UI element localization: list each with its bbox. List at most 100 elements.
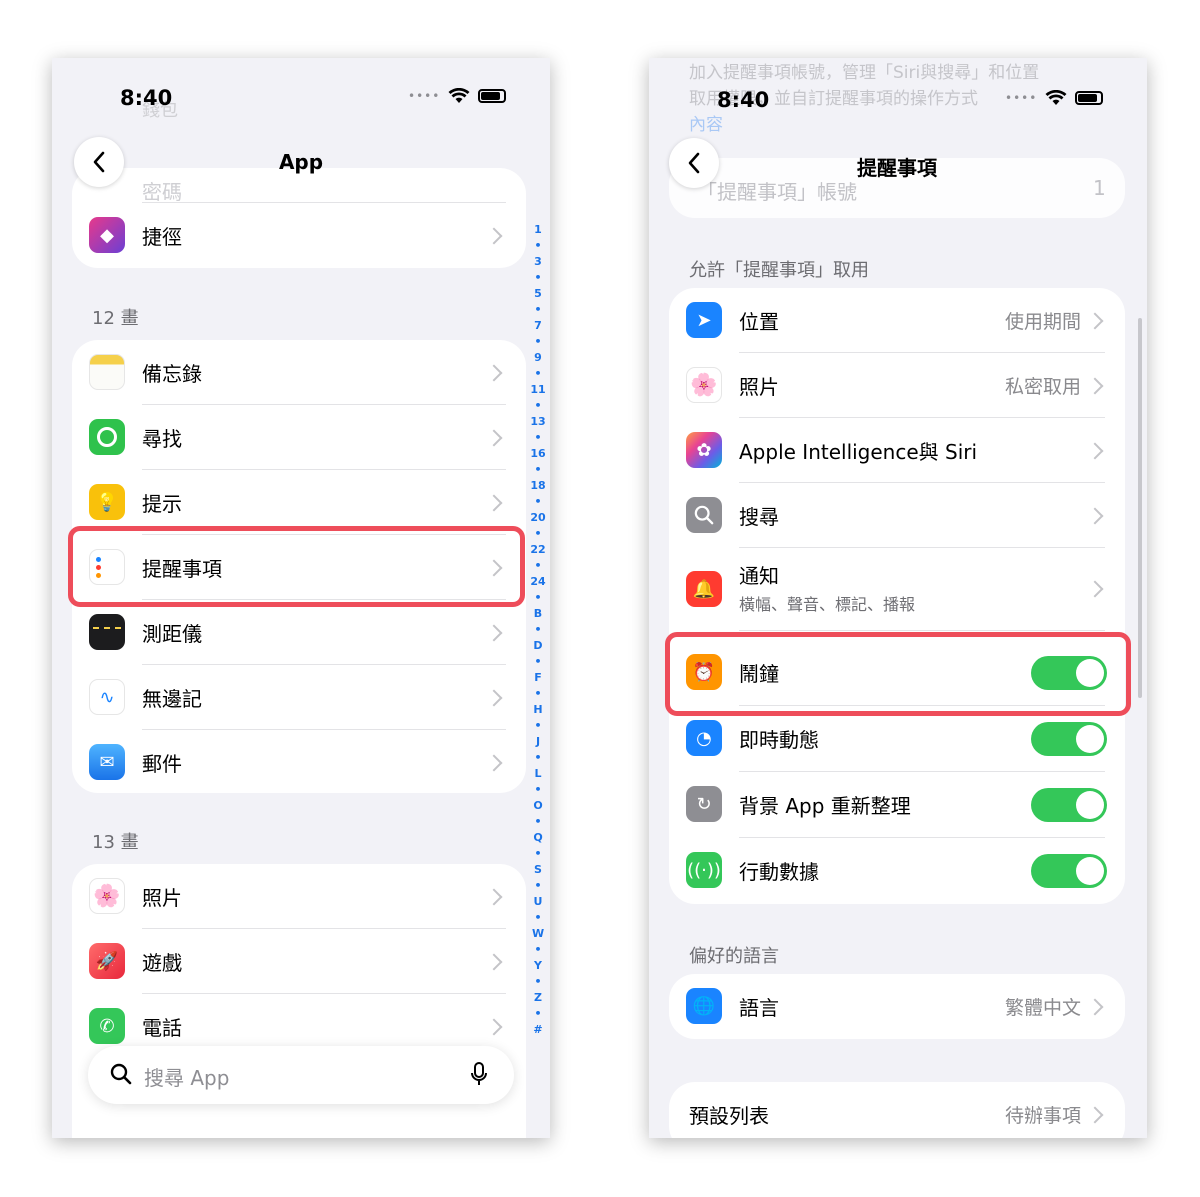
chevron-right-icon <box>485 689 503 707</box>
index-letter[interactable]: B <box>534 606 542 622</box>
measure-icon <box>89 614 125 650</box>
list-item-photos[interactable]: 🌸 照片 <box>72 864 526 929</box>
list-item-cellular[interactable]: ((·)) 行動數據 <box>669 838 1125 903</box>
index-dot: • <box>534 655 542 668</box>
chevron-right-icon <box>1086 507 1104 525</box>
list-item-background-refresh[interactable]: ↻ 背景 App 重新整理 <box>669 772 1125 837</box>
index-letter[interactable]: O <box>533 798 542 814</box>
microphone-icon[interactable] <box>470 1062 488 1088</box>
phone-icon: ✆ <box>89 1008 125 1044</box>
index-letter[interactable]: U <box>534 894 543 910</box>
back-button[interactable] <box>74 137 124 187</box>
status-time: 8:40 <box>717 88 770 112</box>
search-bar[interactable]: 搜尋 App <box>88 1046 514 1104</box>
index-dot: • <box>534 367 542 380</box>
chevron-right-icon <box>485 754 503 772</box>
list-item-label: 預設列表 <box>689 1104 769 1128</box>
list-item-label: 行動數據 <box>739 860 819 884</box>
freeform-icon: ∿ <box>89 679 125 715</box>
section-header-12: 12 畫 <box>92 308 139 329</box>
list-item-search[interactable]: 搜尋 <box>669 483 1125 548</box>
index-letter[interactable]: 16 <box>530 446 545 462</box>
index-letter[interactable]: 3 <box>534 254 542 270</box>
index-letter[interactable]: Z <box>534 990 542 1006</box>
list-item-measure[interactable]: 測距儀 <box>72 600 526 665</box>
index-letter[interactable]: L <box>534 766 541 782</box>
index-letter[interactable]: W <box>532 926 544 942</box>
list-item-photos[interactable]: 🌸 照片 私密取用 <box>669 353 1125 418</box>
index-letter[interactable]: Y <box>534 958 542 974</box>
list-item-label: 郵件 <box>142 752 182 776</box>
list-item-findmy[interactable]: 尋找 <box>72 405 526 470</box>
index-letter[interactable]: 11 <box>530 382 545 398</box>
index-letter[interactable]: 18 <box>530 478 545 494</box>
alphabet-index[interactable]: 1 • 3 • 5 • 7 • 9 • 11 • 13 • 16 • 18 • 20 • 22 • 24 • B • D • F • H • J… <box>530 222 545 1038</box>
findmy-icon <box>89 419 125 455</box>
index-letter[interactable]: F <box>534 670 542 686</box>
index-letter[interactable]: 7 <box>534 318 542 334</box>
status-icons: •••• <box>408 88 507 104</box>
list-item-games[interactable]: 🚀 遊戲 <box>72 929 526 994</box>
shortcuts-label: 捷徑 <box>142 225 182 249</box>
list-item-value: 使用期間 <box>1004 311 1081 333</box>
list-item-mail[interactable]: ✉ 郵件 <box>72 730 526 793</box>
page-title: App <box>278 150 324 174</box>
list-item-label: 語言 <box>739 996 779 1020</box>
list-item-location[interactable]: ➤ 位置 使用期間 <box>669 288 1125 353</box>
wifi-icon <box>1045 90 1067 105</box>
notification-icon: 🔔 <box>686 571 722 607</box>
chevron-right-icon <box>485 494 503 512</box>
index-letter[interactable]: 5 <box>534 286 542 302</box>
index-letter[interactable]: # <box>533 1022 542 1038</box>
index-dot: • <box>534 815 542 828</box>
globe-icon: 🌐 <box>686 988 722 1024</box>
cellular-icon: ((·)) <box>686 852 722 888</box>
chevron-right-icon <box>485 429 503 447</box>
allow-access-group: ➤ 位置 使用期間 🌸 照片 私密取用 ✿ Apple Intelligence… <box>669 288 1125 904</box>
list-item-freeform[interactable]: ∿ 無邊記 <box>72 665 526 730</box>
index-letter[interactable]: 1 <box>534 222 542 238</box>
index-letter[interactable]: 13 <box>530 414 545 430</box>
scrollbar[interactable] <box>1138 318 1142 698</box>
chevron-left-icon <box>93 151 105 173</box>
faded-passwords-label: 密碼 <box>142 180 182 204</box>
siri-icon: ✿ <box>686 432 722 468</box>
status-time: 8:40 <box>120 86 173 110</box>
list-item-default-list[interactable]: 預設列表 待辦事項 <box>669 1082 1125 1138</box>
index-letter[interactable]: 9 <box>534 350 542 366</box>
index-letter[interactable]: D <box>533 638 542 654</box>
background-refresh-toggle[interactable] <box>1031 788 1107 822</box>
index-dot: • <box>534 591 542 604</box>
index-letter[interactable]: 24 <box>530 574 545 590</box>
cellular-toggle[interactable] <box>1031 854 1107 888</box>
index-dot: • <box>534 335 542 348</box>
index-dot: • <box>534 879 542 892</box>
search-input[interactable]: 搜尋 App <box>144 1062 229 1091</box>
section-header-13: 13 畫 <box>92 832 139 853</box>
list-item-label: 位置 <box>739 310 779 334</box>
list-item-notes[interactable]: 備忘錄 <box>72 340 526 405</box>
list-item-value: 繁體中文 <box>1004 997 1081 1019</box>
faded-description-line: 加入提醒事項帳號，管理「Siri與搜尋」和位置 <box>689 63 1040 83</box>
list-item-label: 照片 <box>739 375 779 399</box>
shortcuts-row[interactable]: ◆ 捷徑 <box>72 203 526 268</box>
index-letter[interactable]: Q <box>533 830 542 846</box>
list-item-language[interactable]: 🌐 語言 繁體中文 <box>669 974 1125 1039</box>
index-letter[interactable]: 22 <box>530 542 545 558</box>
index-dot: • <box>534 303 542 316</box>
back-button[interactable] <box>669 138 719 188</box>
chevron-right-icon <box>485 953 503 971</box>
live-activities-toggle[interactable] <box>1031 722 1107 756</box>
index-letter[interactable]: H <box>533 702 542 718</box>
index-letter[interactable]: J <box>536 734 540 750</box>
list-item-siri[interactable]: ✿ Apple Intelligence與 Siri <box>669 418 1125 483</box>
live-activity-icon: ◔ <box>686 720 722 756</box>
mail-icon: ✉ <box>89 744 125 780</box>
right-phone-screen: 加入提醒事項帳號，管理「Siri與搜尋」和位置 取用權限，並自訂提醒事項的操作方… <box>649 58 1147 1138</box>
list-item-notifications[interactable]: 🔔 通知 橫幅、聲音、標記、播報 <box>669 548 1125 630</box>
index-letter[interactable]: S <box>534 862 542 878</box>
chevron-right-icon <box>1086 580 1104 598</box>
index-letter[interactable]: 20 <box>530 510 545 526</box>
chevron-right-icon <box>485 624 503 642</box>
list-item-value: 私密取用 <box>1004 376 1081 398</box>
